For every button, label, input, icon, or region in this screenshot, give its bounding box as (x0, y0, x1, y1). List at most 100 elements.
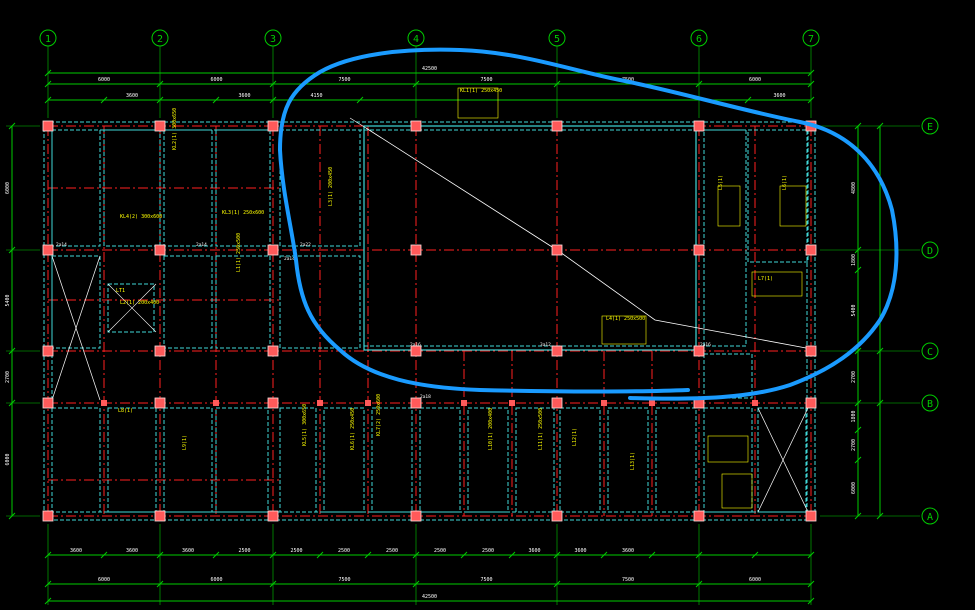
beam-tag: KL6(1) 250x450 (350, 408, 356, 450)
dim-top-span-label: 7500 (480, 77, 492, 83)
column (693, 120, 705, 132)
column (805, 510, 817, 522)
dim-left-label: 5400 (5, 294, 11, 306)
cad-structural-drawing: 425006000 6000 7500 7500 7500 60003600 3600 415… (0, 0, 975, 610)
minor-column (365, 400, 371, 406)
dim-bottom-span-label: 2500 (238, 548, 250, 554)
dim-right-label: 2700 (851, 439, 857, 451)
axis-label: B (927, 399, 933, 410)
axis-label: C (927, 347, 933, 358)
column (42, 120, 54, 132)
minor-column (461, 400, 467, 406)
beam-tag: KL4(2) 300x600 (120, 214, 162, 220)
minor-column (213, 400, 219, 406)
beam-tag: L13(1) (630, 452, 636, 470)
column (551, 510, 563, 522)
beam-tag: L3(1) 200x450 (328, 167, 334, 206)
bar-tag: 2a14 (284, 256, 295, 262)
minor-column (317, 400, 323, 406)
axis-label: 1 (45, 34, 51, 45)
beam-tag: L4(1) 250x500 (606, 316, 645, 322)
column (805, 397, 817, 409)
axis-label: 6 (696, 34, 702, 45)
column (42, 345, 54, 357)
column (551, 345, 563, 357)
column (42, 397, 54, 409)
beam-tag: L11(1) 250x500 (538, 408, 544, 450)
dim-bottom-span-label: 2500 (338, 548, 350, 554)
column (267, 244, 279, 256)
dim-top-span-label: 6000 (210, 77, 222, 83)
dim-bottom-axis-label: 7500 (480, 577, 492, 583)
bar-tag: 3a12 (540, 342, 551, 348)
bar-tag: 2a18 (420, 394, 431, 400)
column (805, 345, 817, 357)
beam-tag: L1(1) 250x500 (236, 233, 242, 272)
bar-tag: 2a14 (56, 242, 67, 248)
dim-right-label: 2700 (851, 371, 857, 383)
dim-bottom-span-label: 3600 (182, 548, 194, 554)
dim-top-sub-label: 3600 (773, 93, 785, 99)
dim-right-label: 1800 (851, 254, 857, 266)
minor-column (649, 400, 655, 406)
dim-top-span-label: 6000 (98, 77, 110, 83)
dim-bottom-axis-label: 7500 (338, 577, 350, 583)
dim-right-label: 1800 (851, 410, 857, 422)
dim-left-label: 6000 (5, 453, 11, 465)
beam-tag: L9(1) (182, 435, 188, 450)
dim-top-sub-label: 4150 (310, 93, 322, 99)
bar-tag: 2a14 (196, 242, 207, 248)
minor-column (601, 400, 607, 406)
column (154, 510, 166, 522)
dim-top-sub-label: 3600 (238, 93, 250, 99)
column (693, 244, 705, 256)
dim-top-span-label: 6000 (749, 77, 761, 83)
dim-bottom-axis-label: 6000 (749, 577, 761, 583)
column (410, 244, 422, 256)
stair-label: LT1 (116, 288, 125, 294)
column (154, 397, 166, 409)
dim-top-sub-label: 3600 (126, 93, 138, 99)
beam-tag: L7(1) (758, 276, 773, 282)
dim-right-label: 6000 (851, 482, 857, 494)
column (267, 510, 279, 522)
beam-tag: L10(1) 200x400 (488, 408, 494, 450)
beam-tag: L12(1) (572, 428, 578, 446)
dim-bottom-overall-label: 42500 (422, 594, 437, 600)
column (693, 510, 705, 522)
dim-top-overall-label: 42500 (422, 66, 437, 72)
axis-label: 4 (413, 34, 419, 45)
beam-tag: L2(1) 200x400 (120, 300, 159, 306)
bar-tag: 2a22 (300, 242, 311, 248)
dim-right-label: 4800 (851, 182, 857, 194)
column (410, 510, 422, 522)
dim-top-span-label: 7500 (338, 77, 350, 83)
column (551, 397, 563, 409)
axis-label: D (927, 246, 933, 257)
beam-tag: KL2(1) 300x650 (172, 108, 178, 150)
dim-bottom-axis-label: 7500 (622, 577, 634, 583)
beam-tag: KL7(2) 250x600 (376, 394, 382, 436)
dim-bottom-span-label: 2500 (482, 548, 494, 554)
column (267, 120, 279, 132)
minor-column (752, 400, 758, 406)
beam-tag: L6(1) (782, 175, 788, 190)
axis-label: 3 (270, 34, 276, 45)
dim-bottom-span-label: 3600 (70, 548, 82, 554)
beam-tag: KL1(1) 250x450 (460, 88, 502, 94)
beam-tag: L8(1) (118, 408, 133, 414)
dim-left-label: 6000 (5, 182, 11, 194)
bar-tag: 2a16 (410, 342, 421, 348)
column (805, 244, 817, 256)
column (42, 510, 54, 522)
column (551, 244, 563, 256)
dim-bottom-span-label: 2500 (434, 548, 446, 554)
dim-left-label: 2700 (5, 371, 11, 383)
dim-bottom-span-label: 3600 (126, 548, 138, 554)
axis-label: E (927, 122, 933, 133)
dim-bottom-span-label: 3600 (528, 548, 540, 554)
column (551, 120, 563, 132)
beam-tag: KL3(1) 250x600 (222, 210, 264, 216)
column (154, 244, 166, 256)
dim-bottom-span-label: 2500 (290, 548, 302, 554)
